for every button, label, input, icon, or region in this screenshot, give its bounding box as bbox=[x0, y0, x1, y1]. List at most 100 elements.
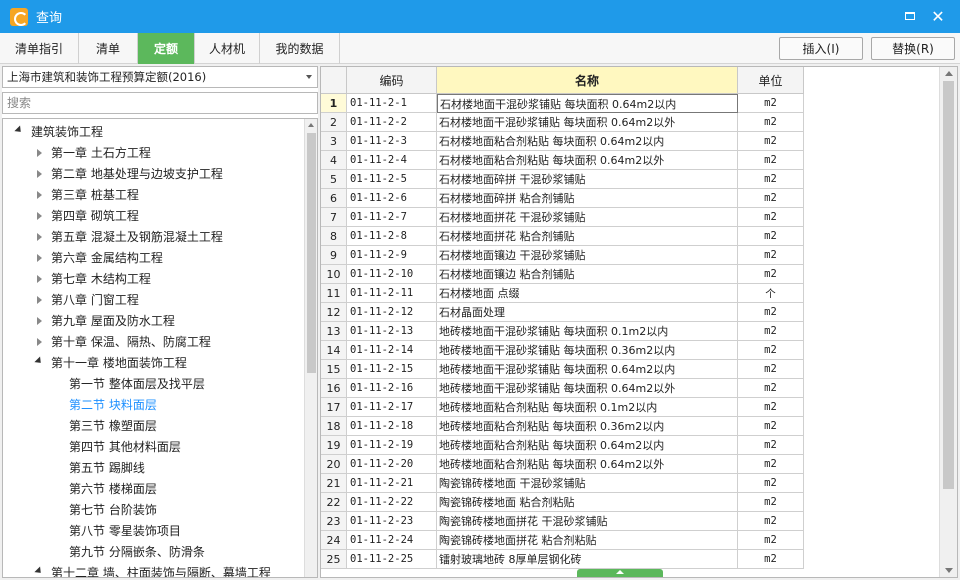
row-unit[interactable]: m2 bbox=[738, 417, 804, 436]
table-row[interactable]: 8 01-11-2-8 石材楼地面拼花 粘合剂铺贴 m2 bbox=[321, 227, 805, 246]
table-row[interactable]: 23 01-11-2-23 陶瓷锦砖楼地面拼花 干混砂浆铺贴 m2 bbox=[321, 512, 805, 531]
table-row[interactable]: 14 01-11-2-14 地砖楼地面干混砂浆铺贴 每块面积 0.36m2以内 m2 bbox=[321, 341, 805, 360]
row-code[interactable]: 01-11-2-5 bbox=[347, 170, 437, 189]
table-row[interactable]: 5 01-11-2-5 石材楼地面碎拼 干混砂浆铺贴 m2 bbox=[321, 170, 805, 189]
tree-item[interactable]: 第二章 地基处理与边坡支护工程 bbox=[33, 163, 223, 184]
row-unit[interactable]: m2 bbox=[738, 512, 804, 531]
quota-library-select[interactable]: 上海市建筑和装饰工程预算定额(2016) bbox=[2, 66, 318, 88]
maximize-icon[interactable] bbox=[900, 7, 920, 25]
table-row[interactable]: 3 01-11-2-3 石材楼地面粘合剂粘贴 每块面积 0.64m2以内 m2 bbox=[321, 132, 805, 151]
row-unit[interactable]: m2 bbox=[738, 151, 804, 170]
row-name[interactable]: 陶瓷锦砖楼地面 粘合剂粘贴 bbox=[437, 493, 738, 512]
table-row[interactable]: 15 01-11-2-15 地砖楼地面干混砂浆铺贴 每块面积 0.64m2以内 m2 bbox=[321, 360, 805, 379]
row-index[interactable]: 22 bbox=[321, 493, 347, 512]
table-row[interactable]: 25 01-11-2-25 镭射玻璃地砖 8厚单层钢化砖 m2 bbox=[321, 550, 805, 569]
row-code[interactable]: 01-11-2-3 bbox=[347, 132, 437, 151]
row-name[interactable]: 镭射玻璃地砖 8厚单层钢化砖 bbox=[437, 550, 738, 569]
table-row[interactable]: 10 01-11-2-10 石材楼地面镶边 粘合剂铺贴 m2 bbox=[321, 265, 805, 284]
grid-scrollbar-thumb[interactable] bbox=[943, 81, 954, 489]
row-unit[interactable]: m2 bbox=[738, 474, 804, 493]
scroll-up-icon[interactable] bbox=[308, 123, 314, 127]
row-name[interactable]: 地砖楼地面粘合剂粘贴 每块面积 0.64m2以内 bbox=[437, 436, 738, 455]
row-code[interactable]: 01-11-2-16 bbox=[347, 379, 437, 398]
row-unit[interactable]: m2 bbox=[738, 208, 804, 227]
row-index[interactable]: 2 bbox=[321, 113, 347, 132]
row-unit[interactable]: m2 bbox=[738, 170, 804, 189]
row-index[interactable]: 23 bbox=[321, 512, 347, 531]
row-index[interactable]: 6 bbox=[321, 189, 347, 208]
row-index[interactable]: 10 bbox=[321, 265, 347, 284]
header-code[interactable]: 编码 bbox=[347, 67, 437, 94]
row-index[interactable]: 7 bbox=[321, 208, 347, 227]
table-row[interactable]: 2 01-11-2-2 石材楼地面干混砂浆铺贴 每块面积 0.64m2以外 m2 bbox=[321, 113, 805, 132]
table-row[interactable]: 4 01-11-2-4 石材楼地面粘合剂粘贴 每块面积 0.64m2以外 m2 bbox=[321, 151, 805, 170]
tab-bill-guide[interactable]: 清单指引 bbox=[0, 33, 79, 64]
insert-button[interactable]: 插入(I) bbox=[779, 37, 863, 60]
tree-item[interactable]: 第七节 台阶装饰 bbox=[69, 499, 157, 520]
row-index[interactable]: 25 bbox=[321, 550, 347, 569]
collapsed-arrow-icon[interactable] bbox=[33, 210, 45, 222]
chevron-down-icon[interactable] bbox=[306, 75, 312, 79]
table-row[interactable]: 20 01-11-2-20 地砖楼地面粘合剂粘贴 每块面积 0.64m2以外 m2 bbox=[321, 455, 805, 474]
row-name[interactable]: 地砖楼地面粘合剂粘贴 每块面积 0.64m2以外 bbox=[437, 455, 738, 474]
replace-button[interactable]: 替换(R) bbox=[871, 37, 955, 60]
row-unit[interactable]: 个 bbox=[738, 284, 804, 303]
row-unit[interactable]: m2 bbox=[738, 531, 804, 550]
grid-scrollbar[interactable] bbox=[939, 67, 957, 577]
row-index[interactable]: 24 bbox=[321, 531, 347, 550]
tree-item[interactable]: 第五节 踢脚线 bbox=[69, 457, 145, 478]
table-row[interactable]: 16 01-11-2-16 地砖楼地面干混砂浆铺贴 每块面积 0.64m2以外 m2 bbox=[321, 379, 805, 398]
tree-item[interactable]: 第四章 砌筑工程 bbox=[33, 205, 139, 226]
row-code[interactable]: 01-11-2-22 bbox=[347, 493, 437, 512]
row-name[interactable]: 地砖楼地面干混砂浆铺贴 每块面积 0.36m2以内 bbox=[437, 341, 738, 360]
table-row[interactable]: 12 01-11-2-12 石材晶面处理 m2 bbox=[321, 303, 805, 322]
collapsed-arrow-icon[interactable] bbox=[33, 189, 45, 201]
table-row[interactable]: 17 01-11-2-17 地砖楼地面粘合剂粘贴 每块面积 0.1m2以内 m2 bbox=[321, 398, 805, 417]
row-name[interactable]: 地砖楼地面干混砂浆铺贴 每块面积 0.64m2以内 bbox=[437, 360, 738, 379]
tree-item[interactable]: 第一章 土石方工程 bbox=[33, 142, 151, 163]
tree-item[interactable]: 第六章 金属结构工程 bbox=[33, 247, 163, 268]
row-index[interactable]: 4 bbox=[321, 151, 347, 170]
table-row[interactable]: 6 01-11-2-6 石材楼地面碎拼 粘合剂铺贴 m2 bbox=[321, 189, 805, 208]
table-row[interactable]: 22 01-11-2-22 陶瓷锦砖楼地面 粘合剂粘贴 m2 bbox=[321, 493, 805, 512]
row-index[interactable]: 17 bbox=[321, 398, 347, 417]
search-input[interactable] bbox=[2, 92, 318, 114]
row-code[interactable]: 01-11-2-11 bbox=[347, 284, 437, 303]
tree-item[interactable]: 第八章 门窗工程 bbox=[33, 289, 139, 310]
tab-bill[interactable]: 清单 bbox=[79, 33, 138, 64]
collapsed-arrow-icon[interactable] bbox=[33, 273, 45, 285]
row-name[interactable]: 石材楼地面镶边 粘合剂铺贴 bbox=[437, 265, 738, 284]
row-name[interactable]: 陶瓷锦砖楼地面拼花 干混砂浆铺贴 bbox=[437, 512, 738, 531]
row-code[interactable]: 01-11-2-15 bbox=[347, 360, 437, 379]
row-index[interactable]: 18 bbox=[321, 417, 347, 436]
table-row[interactable]: 21 01-11-2-21 陶瓷锦砖楼地面 干混砂浆铺贴 m2 bbox=[321, 474, 805, 493]
tree-item[interactable]: 第九章 屋面及防水工程 bbox=[33, 310, 175, 331]
tree-scrollbar[interactable] bbox=[304, 119, 317, 577]
row-index[interactable]: 8 bbox=[321, 227, 347, 246]
collapsed-arrow-icon[interactable] bbox=[33, 294, 45, 306]
tree-item[interactable]: 第三章 桩基工程 bbox=[33, 184, 139, 205]
row-code[interactable]: 01-11-2-4 bbox=[347, 151, 437, 170]
row-code[interactable]: 01-11-2-12 bbox=[347, 303, 437, 322]
tree-item[interactable]: 第十一章 楼地面装饰工程 bbox=[33, 352, 187, 373]
row-code[interactable]: 01-11-2-24 bbox=[347, 531, 437, 550]
row-name[interactable]: 石材楼地面干混砂浆铺贴 每块面积 0.64m2以外 bbox=[437, 113, 738, 132]
collapsed-arrow-icon[interactable] bbox=[33, 315, 45, 327]
row-index[interactable]: 16 bbox=[321, 379, 347, 398]
row-unit[interactable]: m2 bbox=[738, 94, 804, 113]
tab-my-data[interactable]: 我的数据 bbox=[260, 33, 340, 64]
row-name[interactable]: 石材楼地面镶边 干混砂浆铺贴 bbox=[437, 246, 738, 265]
row-unit[interactable]: m2 bbox=[738, 398, 804, 417]
row-unit[interactable]: m2 bbox=[738, 132, 804, 151]
row-unit[interactable]: m2 bbox=[738, 455, 804, 474]
tree-item[interactable]: 第五章 混凝土及钢筋混凝土工程 bbox=[33, 226, 223, 247]
row-unit[interactable]: m2 bbox=[738, 189, 804, 208]
row-index[interactable]: 19 bbox=[321, 436, 347, 455]
row-code[interactable]: 01-11-2-7 bbox=[347, 208, 437, 227]
row-index[interactable]: 21 bbox=[321, 474, 347, 493]
header-name[interactable]: 名称 bbox=[437, 67, 738, 94]
row-name[interactable]: 石材楼地面拼花 粘合剂铺贴 bbox=[437, 227, 738, 246]
row-code[interactable]: 01-11-2-17 bbox=[347, 398, 437, 417]
row-code[interactable]: 01-11-2-8 bbox=[347, 227, 437, 246]
tree-item[interactable]: 第十二章 墙、柱面装饰与隔断、幕墙工程 bbox=[33, 562, 271, 577]
